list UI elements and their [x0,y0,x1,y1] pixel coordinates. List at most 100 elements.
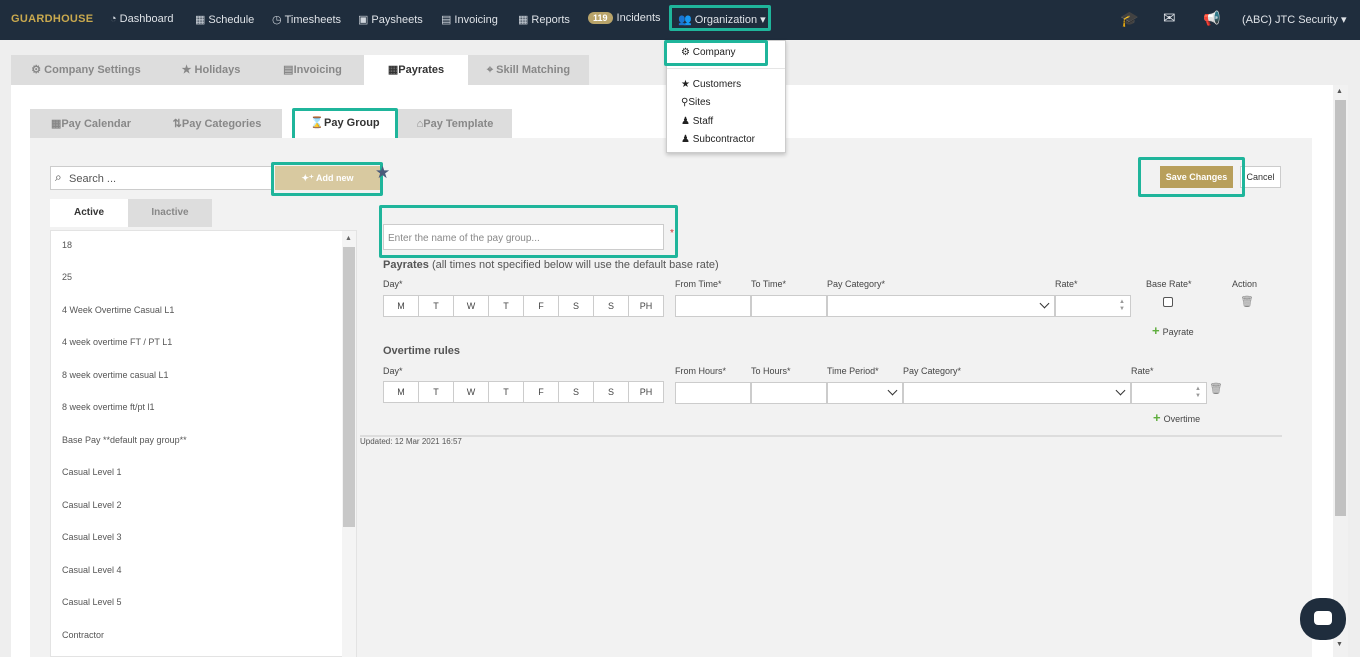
incidents-count-badge: 119 [588,12,613,24]
action-label: Action [1232,279,1258,289]
menu-item-sites[interactable]: ⚲Sites [681,97,711,108]
day-toggle-tue[interactable]: T [418,295,454,317]
megaphone-icon[interactable]: 📢 [1203,10,1220,27]
star-icon[interactable]: ★ [375,163,390,183]
list-item[interactable]: 18 [62,240,72,250]
to-hours-label: To Hours* [751,366,791,376]
list-item[interactable]: 4 Week Overtime Casual L1 [62,305,174,315]
list-item[interactable]: 25 [62,272,72,282]
list-item[interactable]: Casual Level 1 [62,467,122,477]
list-item[interactable]: Casual Level 4 [62,565,122,575]
top-navbar: GUARDHOUSE ◔ Dashboard ▦ Schedule ◷ Timeshe… [0,0,1360,40]
graduation-cap-icon[interactable]: 🎓 [1120,10,1139,28]
tab-pay-template[interactable]: ⌂Pay Template [398,109,512,139]
nav-organization[interactable]: 👥 Organization ▾ [678,13,766,26]
ot-day-toggle-sun[interactable]: S [593,381,629,403]
list-item[interactable]: 8 week overtime ft/pt l1 [62,402,155,412]
caret-down-icon: ▾ [1341,14,1347,26]
scroll-up-icon[interactable]: ▲ [345,235,352,242]
tab-inactive[interactable]: Inactive [128,199,212,227]
trash-icon[interactable]: 🗑 [1240,295,1254,308]
clock-icon: ◷ [272,14,282,26]
highlight-company [664,40,768,66]
page-scrollbar[interactable]: ▲ ▼ [1333,85,1348,657]
list-item[interactable]: Contractor [62,630,104,640]
nav-dashboard[interactable]: ◔ Dashboard [110,13,173,25]
time-period-select[interactable] [827,382,903,404]
account-menu[interactable]: (ABC) JTC Security ▾ [1242,13,1347,26]
from-hours-input[interactable] [675,382,751,404]
list-item[interactable]: 4 week overtime FT / PT L1 [62,337,172,347]
list-item[interactable]: Casual Level 3 [62,532,122,542]
nav-schedule[interactable]: ▦ Schedule [195,13,254,26]
dashboard-icon: ◔ [110,13,117,25]
list-item[interactable]: 8 week overtime casual L1 [62,370,169,380]
ot-rate-input[interactable]: ▲ ▼ [1131,382,1207,404]
nav-invoicing[interactable]: ▤ Invoicing [441,13,498,26]
base-rate-checkbox[interactable] [1163,297,1173,307]
list-scrollbar[interactable]: ▲ [342,231,356,657]
pay-category-select[interactable] [827,295,1055,317]
ot-day-toggle-tue[interactable]: T [418,381,454,403]
stepper-icon[interactable]: ▲ ▼ [1193,386,1203,400]
tab-pay-categories[interactable]: ⇅Pay Categories [152,109,282,139]
ot-day-toggle-sat[interactable]: S [558,381,594,403]
tab-holidays[interactable]: ★ Holidays [161,55,261,85]
nav-reports[interactable]: ▦ Reports [518,13,570,26]
search-input[interactable]: ⌕ Search ... [50,166,272,190]
menu-item-staff[interactable]: ♟ Staff [681,116,713,127]
day-toggle-fri[interactable]: F [523,295,559,317]
day-toggle-ph[interactable]: PH [628,295,664,317]
day-toggle-thu[interactable]: T [488,295,524,317]
tab-invoicing[interactable]: ▤Invoicing [261,55,364,85]
nav-incidents[interactable]: 119 Incidents [588,12,661,24]
scrollbar-thumb[interactable] [343,247,355,527]
ot-day-toggle-wed[interactable]: W [453,381,489,403]
add-overtime-button[interactable]: + Overtime [1153,410,1200,425]
tab-payrates[interactable]: ▦Payrates [364,55,468,85]
chevron-down-icon [1039,298,1050,309]
list-item[interactable]: Casual Level 2 [62,500,122,510]
nav-timesheets[interactable]: ◷ Timesheets [272,13,341,26]
tab-company-settings[interactable]: ⚙ Company Settings [11,55,161,85]
list-item[interactable]: Casual Level 5 [62,597,122,607]
trash-icon[interactable]: 🗑 [1209,382,1223,395]
scroll-up-icon[interactable]: ▲ [1336,88,1343,95]
brand-logo[interactable]: GUARDHOUSE [11,13,93,25]
tab-skill-matching[interactable]: ⌖ Skill Matching [468,55,589,85]
chat-widget-button[interactable] [1300,598,1346,640]
day-toggle-wed[interactable]: W [453,295,489,317]
star-icon: ★ [181,64,195,76]
cancel-button[interactable]: Cancel [1240,166,1281,188]
chevron-down-icon [887,385,898,396]
list-item[interactable]: Base Pay **default pay group** [62,435,187,445]
money-icon: ▣ [358,14,369,26]
plus-icon: + [1153,410,1161,425]
envelope-icon[interactable]: ✉ [1163,9,1176,27]
to-hours-input[interactable] [751,382,827,404]
day-toggle-sun[interactable]: S [593,295,629,317]
ot-day-toggle-thu[interactable]: T [488,381,524,403]
ot-pay-category-label: Pay Category* [903,366,962,376]
scroll-down-icon[interactable]: ▼ [1336,641,1343,648]
ot-day-toggle-fri[interactable]: F [523,381,559,403]
stepper-icon[interactable]: ▲ ▼ [1117,299,1127,313]
from-hours-label: From Hours* [675,366,727,376]
menu-item-subcontractor[interactable]: ♟ Subcontractor [681,134,755,145]
ot-day-toggle-ph[interactable]: PH [628,381,664,403]
ot-day-toggle-mon[interactable]: M [383,381,419,403]
scrollbar-thumb[interactable] [1335,100,1346,516]
nav-paysheets[interactable]: ▣ Paysheets [358,13,423,26]
add-payrate-button[interactable]: + Payrate [1152,323,1194,338]
tab-active[interactable]: Active [50,199,128,227]
ot-pay-category-select[interactable] [903,382,1131,404]
menu-item-customers[interactable]: ★ Customers [681,79,741,90]
day-toggle-sat[interactable]: S [558,295,594,317]
payrates-title: Payrates (all times not specified below … [383,259,719,271]
from-time-input[interactable] [675,295,751,317]
day-toggle-mon[interactable]: M [383,295,419,317]
gear-icon: ⚙ [31,64,45,76]
rate-input[interactable]: ▲ ▼ [1055,295,1131,317]
to-time-input[interactable] [751,295,827,317]
tab-pay-calendar[interactable]: ▦Pay Calendar [30,109,152,139]
